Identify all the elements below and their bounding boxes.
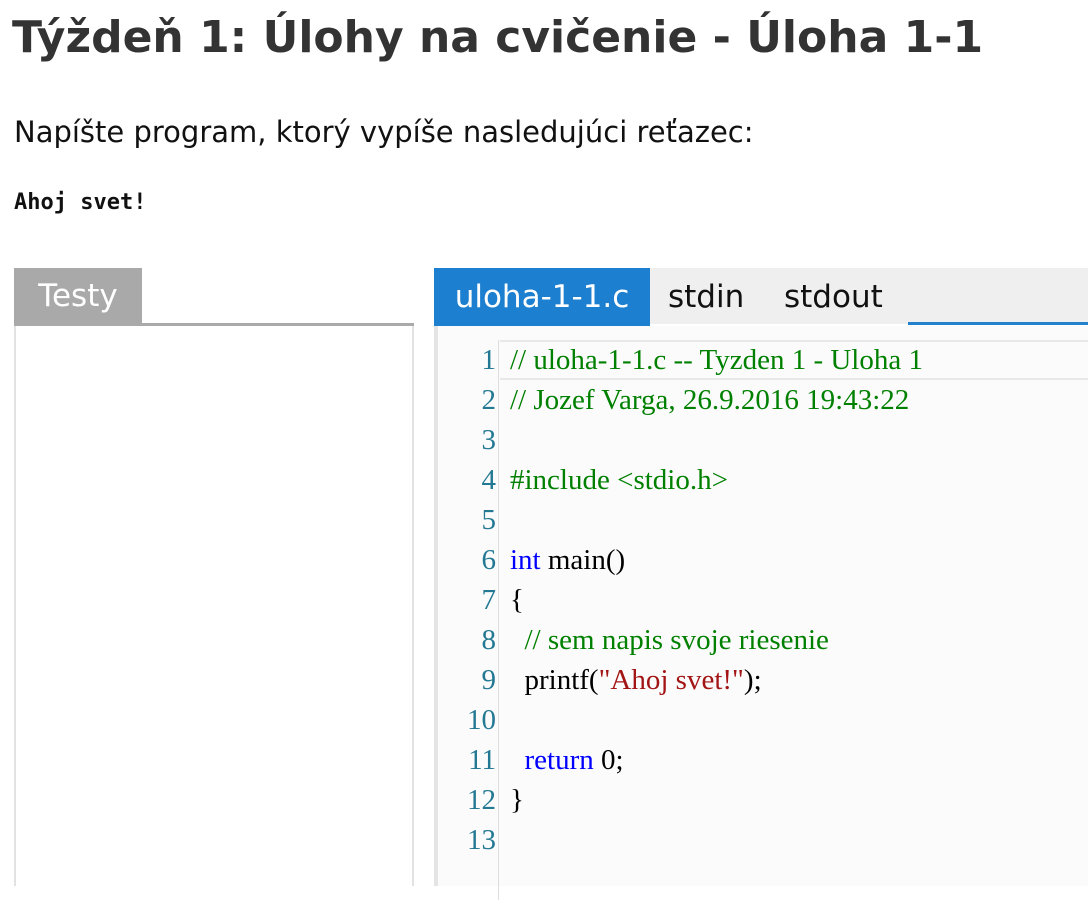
tests-panel [14, 326, 414, 886]
code-token: return [524, 744, 594, 776]
line-number: 2 [481, 384, 497, 416]
line-number: 8 [481, 624, 497, 656]
tab-stdin[interactable]: stdin [668, 268, 744, 326]
line-number: 4 [481, 464, 497, 496]
line-number: 1 [481, 344, 497, 376]
expected-output: Ahoj svet! [14, 190, 147, 215]
code-token: printf( [510, 664, 599, 696]
code-token: 0; [593, 744, 624, 776]
code-token: // uloha-1-1.c -- Tyzden 1 - Uloha 1 [510, 344, 923, 376]
assignment-text: Napíšte program, ktorý vypíše nasledujúc… [14, 115, 754, 149]
code-line[interactable]: // uloha-1-1.c -- Tyzden 1 - Uloha 1 [510, 340, 923, 380]
code-editor[interactable]: 1 // uloha-1-1.c -- Tyzden 1 - Uloha 1 2 //… [434, 326, 1088, 900]
tab-stdout[interactable]: stdout [784, 268, 883, 326]
line-number: 9 [481, 664, 497, 696]
code-line[interactable]: printf("Ahoj svet!"); [510, 660, 762, 700]
code-line[interactable]: int main() [510, 540, 625, 580]
code-line[interactable]: // sem napis svoje riesenie [510, 620, 829, 660]
code-token: main() [540, 544, 626, 576]
tab-tests[interactable]: Testy [14, 268, 142, 324]
line-number: 10 [467, 704, 496, 736]
line-number: 11 [468, 744, 496, 776]
code-line[interactable]: } [510, 780, 524, 820]
line-number: 12 [467, 784, 496, 816]
code-line[interactable]: { [510, 580, 524, 620]
code-token: #include <stdio.h> [510, 464, 728, 496]
line-number: 6 [481, 544, 497, 576]
code-token: "Ahoj svet!" [598, 664, 744, 696]
code-token: // sem napis svoje riesenie [524, 624, 829, 656]
code-line[interactable]: #include <stdio.h> [510, 460, 728, 500]
code-token: // Jozef Varga, 26.9.2016 19:43:22 [510, 384, 910, 416]
page-title: Týždeň 1: Úlohy na cvičenie - Úloha 1-1 [12, 12, 984, 63]
code-token: ); [743, 664, 762, 696]
editor-tabbar-underline [908, 322, 1088, 325]
line-number: 5 [481, 504, 497, 536]
code-token: } [510, 784, 524, 816]
code-line[interactable]: return 0; [510, 740, 624, 780]
line-number: 13 [467, 824, 496, 856]
editor-tabbar: uloha-1-1.c stdin stdout [434, 268, 1088, 326]
line-number: 7 [481, 584, 497, 616]
code-token: { [510, 584, 524, 616]
code-token: int [510, 544, 541, 576]
code-line[interactable]: // Jozef Varga, 26.9.2016 19:43:22 [510, 380, 909, 420]
tab-source-file[interactable]: uloha-1-1.c [434, 268, 650, 326]
line-number: 3 [481, 424, 497, 456]
